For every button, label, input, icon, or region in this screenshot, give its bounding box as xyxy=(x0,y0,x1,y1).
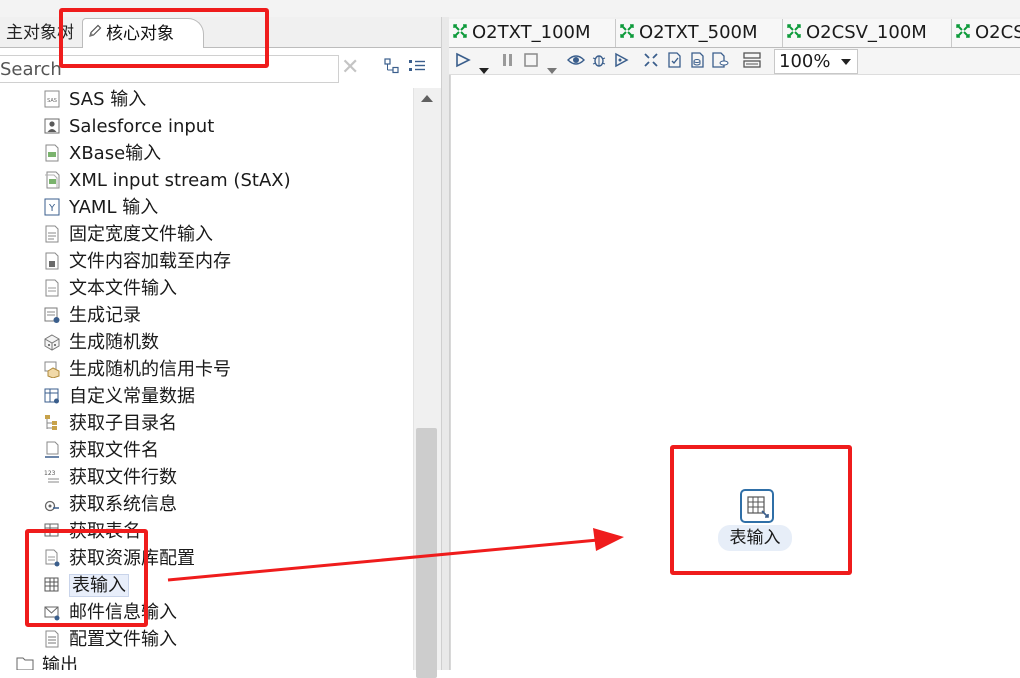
constant-data-icon xyxy=(44,386,60,404)
clear-search-icon[interactable]: ✕ xyxy=(341,56,359,80)
tree-item-label: 固定宽度文件输入 xyxy=(69,224,213,245)
xml-input-icon xyxy=(44,170,60,189)
transformation-icon xyxy=(620,19,634,47)
replay-icon[interactable] xyxy=(613,52,629,73)
tree-item-xml-input-stream[interactable]: XML input stream (StAX) xyxy=(44,167,291,194)
folder-icon xyxy=(16,654,34,670)
editor-tab-label: O2TXT_100M xyxy=(472,22,591,43)
tree-item-label: 获取系统信息 xyxy=(69,494,177,515)
editor-toolbar xyxy=(449,48,1020,75)
salesforce-input-icon xyxy=(44,116,60,134)
scrollbar-thumb[interactable] xyxy=(416,428,437,678)
verify-icon[interactable] xyxy=(643,52,659,73)
transformation-icon xyxy=(956,19,970,47)
tree-item-label: 生成记录 xyxy=(69,305,141,326)
svg-text:Y: Y xyxy=(48,203,56,214)
collapse-tree-icon[interactable] xyxy=(384,58,400,79)
show-results-icon[interactable] xyxy=(743,52,761,73)
expand-tree-icon[interactable] xyxy=(408,58,426,79)
tree-item-label: 文件内容加载至内存 xyxy=(69,251,231,272)
tree-item-xbase-input[interactable]: XBase输入 xyxy=(44,140,161,167)
stop-icon[interactable] xyxy=(523,52,539,73)
tree-item-yaml-input[interactable]: Y YAML 输入 xyxy=(44,194,158,221)
tree-item-get-subfolder-names[interactable]: 获取子目录名 xyxy=(44,410,177,437)
impact-analysis-icon[interactable] xyxy=(667,52,683,73)
tree-item-random-credit-card[interactable]: 生成随机的信用卡号 xyxy=(44,356,231,383)
pause-icon[interactable] xyxy=(501,52,515,73)
load-file-memory-icon xyxy=(44,251,60,270)
tree-item-label: XML input stream (StAX) xyxy=(69,170,291,191)
tree-item-label: 获取文件名 xyxy=(69,440,159,461)
properties-input-icon xyxy=(44,629,60,648)
tree-folder-output[interactable]: 输出 xyxy=(16,654,78,670)
tree-item-random-number[interactable]: 生成随机数 xyxy=(44,329,159,356)
svg-text:SAS: SAS xyxy=(47,98,57,104)
tree-item-salesforce-input[interactable]: Salesforce input xyxy=(44,113,214,140)
sql-generate-icon[interactable] xyxy=(689,52,705,73)
file-row-count-icon: 123 xyxy=(44,467,60,485)
preview-eye-icon[interactable] xyxy=(567,52,585,73)
editor-tab-o2txt-100m[interactable]: O2TXT_100M xyxy=(449,19,616,47)
zoom-value: 100% xyxy=(779,51,831,72)
annotation-box-table-input-item xyxy=(25,529,148,627)
system-info-icon xyxy=(44,494,60,512)
annotation-box-core-tab xyxy=(59,8,269,68)
tree-item-get-system-info[interactable]: 获取系统信息 xyxy=(44,491,177,518)
tree-item-label: 文本文件输入 xyxy=(69,278,177,299)
transformation-canvas[interactable] xyxy=(450,75,1020,670)
tree-item-label: 获取文件行数 xyxy=(69,467,177,488)
zoom-select[interactable]: 100% xyxy=(774,49,858,74)
random-number-icon xyxy=(44,332,60,351)
tree-item-fixed-width-file-input[interactable]: 固定宽度文件输入 xyxy=(44,221,213,248)
editor-tabbar: O2TXT_100M O2TXT_500M O2CSV_100M O2CS xyxy=(449,17,1020,48)
tree-item-label: Salesforce input xyxy=(69,116,215,137)
tree-item-label: 生成随机数 xyxy=(69,332,159,353)
fixed-width-file-icon xyxy=(44,224,60,243)
run-icon[interactable] xyxy=(455,52,471,73)
debug-bug-icon[interactable] xyxy=(591,52,607,73)
tree-item-text-file-input[interactable]: 文本文件输入 xyxy=(44,275,177,302)
tree-item-label: YAML 输入 xyxy=(69,197,159,218)
file-names-icon xyxy=(44,440,60,458)
sas-input-icon: SAS xyxy=(44,89,60,108)
tree-item-label: XBase输入 xyxy=(69,143,162,164)
tree-item-sas-input[interactable]: SAS SAS 输入 xyxy=(44,88,146,113)
generate-rows-icon xyxy=(44,305,60,323)
tree-item-label: 配置文件输入 xyxy=(69,629,177,650)
svg-text:123: 123 xyxy=(44,470,56,477)
tree-item-load-file-to-memory[interactable]: 文件内容加载至内存 xyxy=(44,248,231,275)
editor-tab-o2txt-500m[interactable]: O2TXT_500M xyxy=(616,19,783,47)
editor-tab-label: O2TXT_500M xyxy=(639,22,758,43)
editor-tab-o2csv-100m[interactable]: O2CSV_100M xyxy=(783,19,952,47)
annotation-box-canvas-step xyxy=(670,445,852,575)
random-credit-card-icon xyxy=(44,359,60,379)
transformation-icon xyxy=(787,19,801,47)
tree-item-label: 获取子目录名 xyxy=(69,413,177,434)
tree-item-constant-data[interactable]: 自定义常量数据 xyxy=(44,383,195,410)
tree-item-generate-rows[interactable]: 生成记录 xyxy=(44,302,141,329)
zoom-chevron-down-icon[interactable] xyxy=(841,59,851,65)
yaml-input-icon: Y xyxy=(44,197,60,216)
tree-vertical-scrollbar[interactable] xyxy=(413,88,441,678)
tree-item-properties-input[interactable]: 配置文件输入 xyxy=(44,626,177,653)
editor-tab-o2cs[interactable]: O2CS xyxy=(952,19,1020,47)
tree-item-label: 自定义常量数据 xyxy=(69,386,195,407)
transformation-icon xyxy=(453,19,467,47)
xbase-input-icon xyxy=(44,143,60,162)
subfolder-names-icon xyxy=(44,413,60,431)
scroll-up-icon[interactable] xyxy=(421,95,433,102)
tree-item-label: 生成随机的信用卡号 xyxy=(69,359,231,380)
editor-tab-label: O2CSV_100M xyxy=(806,22,927,43)
tree-folder-label: 输出 xyxy=(42,655,78,670)
tree-item-get-file-names[interactable]: 获取文件名 xyxy=(44,437,159,464)
tree-item-get-file-row-count[interactable]: 123 获取文件行数 xyxy=(44,464,177,491)
text-file-input-icon xyxy=(44,278,60,297)
explore-db-icon[interactable] xyxy=(711,52,729,73)
editor-tab-label: O2CS xyxy=(975,22,1020,43)
tree-item-label: SAS 输入 xyxy=(69,89,147,110)
panel-splitter[interactable] xyxy=(441,17,450,670)
